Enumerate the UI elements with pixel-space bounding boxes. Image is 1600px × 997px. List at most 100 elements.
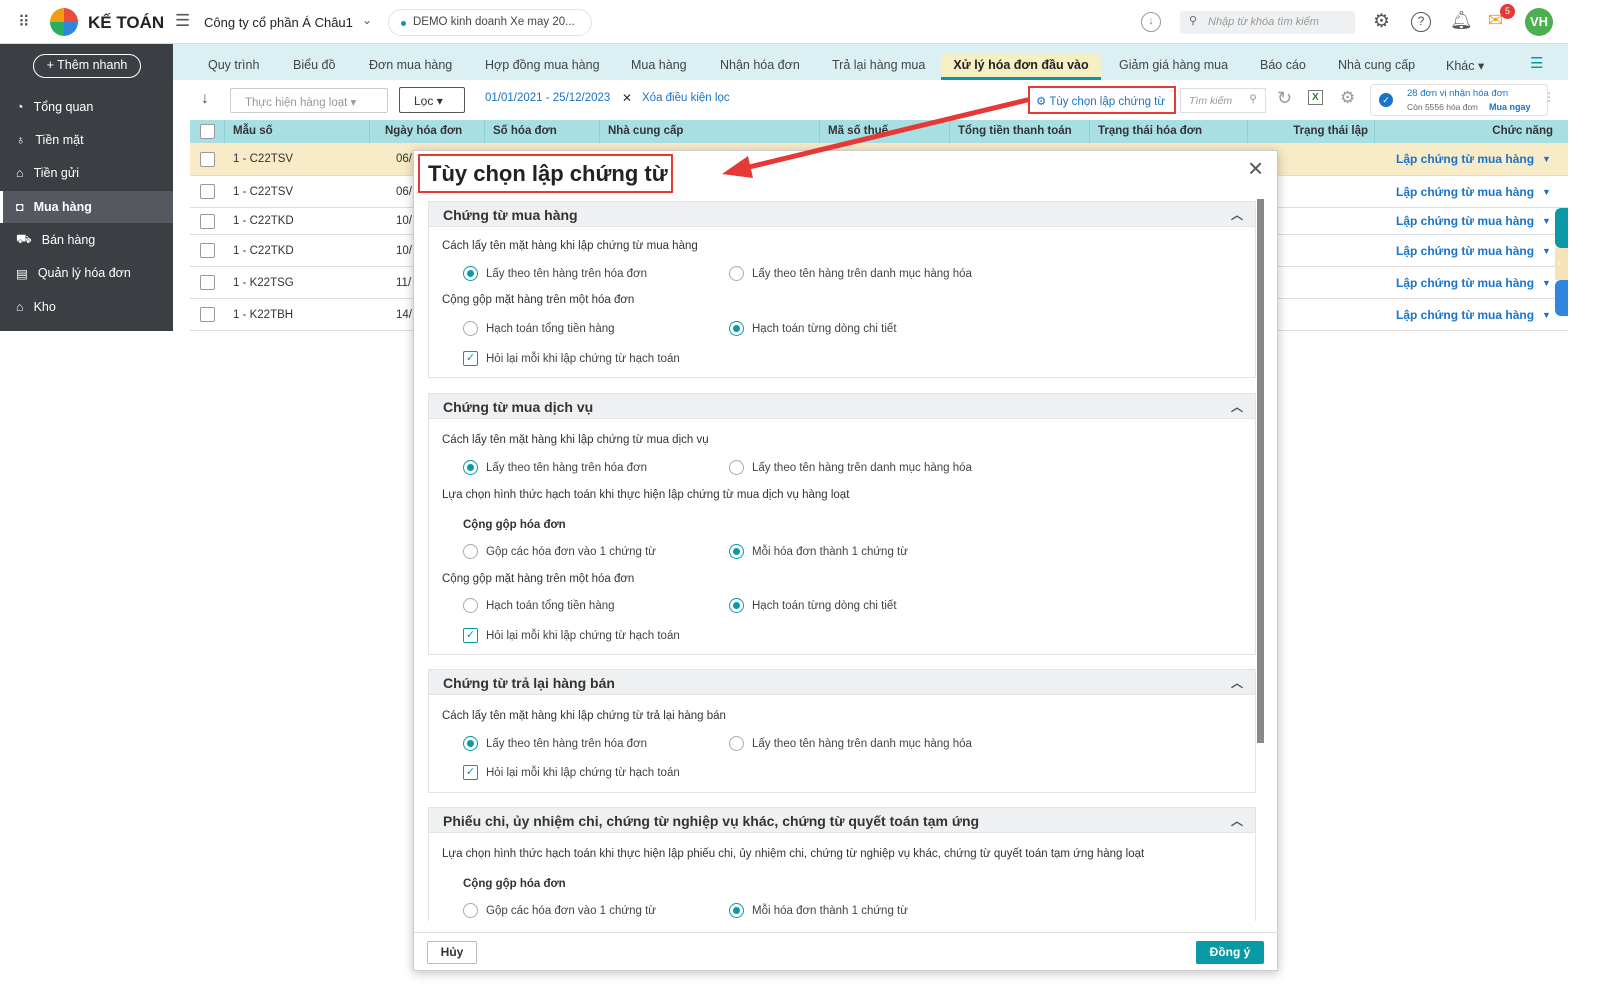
col-invoice-status[interactable]: Trạng thái hóa đơn xyxy=(1090,120,1248,143)
create-purchase-voucher-link[interactable]: Lập chứng từ mua hàng ▼ xyxy=(1388,176,1551,207)
chevron-up-icon[interactable]: ︿ xyxy=(1231,808,1243,834)
tab-chart[interactable]: Biểu đồ xyxy=(283,54,345,80)
sidebar-item-overview[interactable]: ◔ Tổng quan xyxy=(0,91,173,123)
chevron-down-icon[interactable]: ⌄ xyxy=(362,13,372,27)
chevron-up-icon[interactable]: ︿ xyxy=(1231,202,1243,228)
more-vertical-icon[interactable]: ⋮ xyxy=(1543,90,1555,104)
section-sales-return-header[interactable]: Chứng từ trả lại hàng bán ︿ xyxy=(428,669,1256,695)
dropdown-arrow-icon[interactable]: ▼ xyxy=(1542,246,1551,256)
apps-grid-icon[interactable]: ⠿ xyxy=(18,12,30,32)
date-range-filter[interactable]: 01/01/2021 - 25/12/2023 xyxy=(485,92,610,104)
tab-purchase-order[interactable]: Đơn mua hàng xyxy=(359,54,462,80)
menu-icon[interactable]: ☰ xyxy=(175,11,190,31)
sort-arrow-icon[interactable]: ↓ xyxy=(201,90,209,108)
chevron-up-icon[interactable]: ︿ xyxy=(1231,670,1243,696)
checkbox-ask-again[interactable]: ✓ Hỏi lại mỗi khi lập chứng từ hạch toán xyxy=(463,765,680,780)
buy-now-link[interactable]: Mua ngay xyxy=(1489,102,1531,112)
radio-name-from-catalog[interactable]: Lấy theo tên hàng trên danh mục hàng hóa xyxy=(729,460,972,475)
tab-process[interactable]: Quy trình xyxy=(198,54,269,80)
chevron-up-icon[interactable]: ︿ xyxy=(1231,394,1243,420)
sidebar-item-sales[interactable]: ⛟ Bán hàng xyxy=(0,224,173,256)
global-search-input[interactable]: ⚲ Nhập từ khóa tìm kiếm xyxy=(1180,11,1355,34)
radio-name-from-catalog[interactable]: Lấy theo tên hàng trên danh mục hàng hóa xyxy=(729,266,972,281)
row-checkbox[interactable] xyxy=(200,275,215,290)
row-checkbox[interactable] xyxy=(200,307,215,322)
radio-name-from-invoice[interactable]: Lấy theo tên hàng trên hóa đơn xyxy=(463,460,647,475)
filter-button[interactable]: Lọc ▾ xyxy=(399,87,465,113)
col-tax-code[interactable]: Mã số thuế xyxy=(820,120,950,143)
row-checkbox[interactable] xyxy=(200,213,215,229)
checkbox-ask-again[interactable]: ✓ Hỏi lại mỗi khi lập chứng từ hạch toán xyxy=(463,628,680,643)
sidebar-item-deposit[interactable]: ⌂ Tiền gửi xyxy=(0,157,173,189)
create-purchase-voucher-link[interactable]: Lập chứng từ mua hàng ▼ xyxy=(1388,208,1551,234)
side-panel-tab-blue[interactable] xyxy=(1555,280,1568,316)
voucher-options-button[interactable]: ⚙ Tùy chọn lập chứng từ xyxy=(1028,86,1176,114)
sidebar-item-invoices[interactable]: ▤ Quản lý hóa đơn xyxy=(0,257,173,289)
column-settings-icon[interactable]: ☰ xyxy=(1530,54,1543,72)
cancel-button[interactable]: Hủy xyxy=(427,941,477,964)
scrollbar[interactable] xyxy=(1257,199,1264,743)
radio-one-voucher-per-invoice[interactable]: Mỗi hóa đơn thành 1 chứng từ xyxy=(729,544,908,559)
sidebar-item-warehouse[interactable]: ⌂ Kho xyxy=(0,291,173,323)
create-purchase-voucher-link[interactable]: Lập chứng từ mua hàng ▼ xyxy=(1388,143,1551,175)
dropdown-arrow-icon[interactable]: ▼ xyxy=(1542,216,1551,226)
quick-add-button[interactable]: + Thêm nhanh xyxy=(33,54,141,78)
sidebar-item-purchase[interactable]: ◘ Mua hàng xyxy=(0,191,173,223)
help-icon[interactable]: ? xyxy=(1411,12,1431,32)
bell-icon[interactable]: 🔔︎ xyxy=(1450,10,1473,31)
tab-purchase-return[interactable]: Trả lại hàng mua xyxy=(822,54,935,80)
col-supplier[interactable]: Nhà cung cấp xyxy=(600,120,820,143)
refresh-icon[interactable]: ↻ xyxy=(1277,88,1292,109)
radio-name-from-invoice[interactable]: Lấy theo tên hàng trên hóa đơn xyxy=(463,736,647,751)
row-checkbox[interactable] xyxy=(200,184,215,199)
tab-purchase-contract[interactable]: Hợp đồng mua hàng xyxy=(475,54,610,80)
bulk-action-dropdown[interactable]: Thực hiện hàng loạt ▾ xyxy=(230,88,388,113)
col-invoice-number[interactable]: Số hóa đơn xyxy=(485,120,600,143)
radio-total-amount[interactable]: Hạch toán tổng tiền hàng xyxy=(463,321,615,336)
tab-purchase-discount[interactable]: Giảm giá hàng mua xyxy=(1109,54,1238,80)
dropdown-arrow-icon[interactable]: ▼ xyxy=(1542,154,1551,164)
row-checkbox[interactable] xyxy=(200,151,215,167)
tab-suppliers[interactable]: Nhà cung cấp xyxy=(1328,54,1425,80)
collapse-panel-icon[interactable]: ‹ xyxy=(1555,248,1568,280)
company-selector[interactable]: Công ty cổ phần Á Châu1 xyxy=(204,15,353,30)
radio-one-voucher-per-invoice[interactable]: Mỗi hóa đơn thành 1 chứng từ xyxy=(729,903,908,918)
sidebar-item-cash[interactable]: ♁ Tiền mặt xyxy=(0,124,173,156)
row-checkbox[interactable] xyxy=(200,243,215,258)
section-service-voucher-header[interactable]: Chứng từ mua dịch vụ ︿ xyxy=(428,393,1256,419)
tab-receive-invoice[interactable]: Nhận hóa đơn xyxy=(710,54,810,80)
radio-name-from-invoice[interactable]: Lấy theo tên hàng trên hóa đơn xyxy=(463,266,647,281)
tab-reports[interactable]: Báo cáo xyxy=(1250,54,1316,80)
download-icon[interactable]: ↓ xyxy=(1141,12,1161,32)
excel-export-icon[interactable]: X xyxy=(1308,90,1323,105)
tab-input-invoice-processing[interactable]: Xử lý hóa đơn đầu vào xyxy=(941,54,1101,80)
dropdown-arrow-icon[interactable]: ▼ xyxy=(1542,310,1551,320)
checkbox-ask-again[interactable]: ✓ Hỏi lại mỗi khi lập chứng từ hạch toán xyxy=(463,351,680,366)
radio-line-detail[interactable]: Hạch toán từng dòng chi tiết xyxy=(729,321,897,336)
database-selector[interactable]: DEMO kinh doanh Xe may 20... xyxy=(388,9,592,36)
close-icon[interactable]: × xyxy=(1248,153,1263,184)
col-actions[interactable]: Chức năng xyxy=(1375,120,1568,143)
radio-merge-invoices[interactable]: Gộp các hóa đơn vào 1 chứng từ xyxy=(463,903,656,918)
select-all-checkbox[interactable] xyxy=(200,124,215,139)
dropdown-arrow-icon[interactable]: ▼ xyxy=(1542,187,1551,197)
col-invoice-date[interactable]: Ngày hóa đơn xyxy=(370,120,485,143)
col-template[interactable]: Mẫu số xyxy=(225,120,370,143)
table-search-input[interactable]: Tìm kiếm ⚲ xyxy=(1180,88,1266,113)
radio-line-detail[interactable]: Hạch toán từng dòng chi tiết xyxy=(729,598,897,613)
dropdown-arrow-icon[interactable]: ▼ xyxy=(1542,278,1551,288)
radio-name-from-catalog[interactable]: Lấy theo tên hàng trên danh mục hàng hóa xyxy=(729,736,972,751)
radio-total-amount[interactable]: Hạch toán tổng tiền hàng xyxy=(463,598,615,613)
ok-button[interactable]: Đồng ý xyxy=(1196,941,1264,964)
clear-filter-link[interactable]: Xóa điều kiện lọc xyxy=(642,92,730,104)
tab-purchase[interactable]: Mua hàng xyxy=(621,54,697,80)
remove-date-filter-icon[interactable]: ✕ xyxy=(622,91,632,105)
create-purchase-voucher-link[interactable]: Lập chứng từ mua hàng ▼ xyxy=(1388,299,1551,330)
create-purchase-voucher-link[interactable]: Lập chứng từ mua hàng ▼ xyxy=(1388,267,1551,298)
col-total[interactable]: Tổng tiền thanh toán xyxy=(950,120,1090,143)
create-purchase-voucher-link[interactable]: Lập chứng từ mua hàng ▼ xyxy=(1388,235,1551,266)
col-voucher-status[interactable]: Trạng thái lập xyxy=(1248,120,1375,143)
side-panel-tab[interactable] xyxy=(1555,208,1568,248)
avatar[interactable]: VH xyxy=(1525,8,1553,36)
section-payment-voucher-header[interactable]: Phiếu chi, ủy nhiệm chi, chứng từ nghiệp… xyxy=(428,807,1256,833)
